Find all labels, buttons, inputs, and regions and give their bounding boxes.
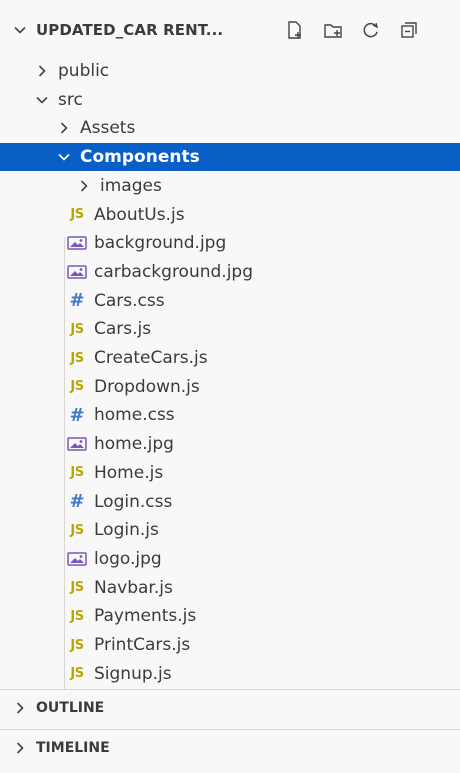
- chevron-right-icon[interactable]: [12, 700, 28, 716]
- tree-item-label: Cars.js: [94, 319, 152, 340]
- tree-item-label: carbackground.jpg: [94, 261, 254, 282]
- tree-item-label: Dropdown.js: [94, 376, 200, 397]
- tree-item-label: Signup.js: [94, 663, 172, 684]
- image-file-icon: [66, 435, 88, 453]
- collapse-all-icon[interactable]: [397, 18, 421, 42]
- tree-item-cars-js[interactable]: JS Cars.js: [0, 315, 460, 343]
- tree-item-logo-jpg[interactable]: logo.jpg: [0, 545, 460, 573]
- css-file-icon: #: [69, 404, 85, 426]
- js-file-icon: JS: [70, 666, 84, 682]
- tree-item-assets[interactable]: Assets: [0, 114, 460, 142]
- tree-item-home-js[interactable]: JS Home.js: [0, 459, 460, 487]
- js-file-icon: JS: [70, 207, 84, 222]
- tree-item-payments-js[interactable]: JS Payments.js: [0, 602, 460, 630]
- tree-item-background-jpg[interactable]: background.jpg: [0, 229, 460, 257]
- tree-item-label: src: [58, 89, 83, 110]
- refresh-icon[interactable]: [359, 18, 383, 42]
- tree-item-label: Payments.js: [94, 606, 197, 627]
- tree-item-label: public: [58, 61, 110, 81]
- tree-item-signup-js[interactable]: JS Signup.js: [0, 660, 460, 688]
- timeline-section[interactable]: TIMELINE: [0, 729, 460, 766]
- chevron-right-icon[interactable]: [56, 120, 72, 136]
- explorer-actions: [283, 18, 421, 42]
- chevron-right-icon[interactable]: [12, 740, 28, 756]
- tree-item-label: Navbar.js: [94, 577, 173, 598]
- js-file-icon: JS: [70, 522, 84, 538]
- tree-item-label: background.jpg: [94, 233, 227, 254]
- tree-item-label: CreateCars.js: [94, 348, 208, 368]
- image-file-icon: [66, 234, 88, 252]
- tree-item-label: home.jpg: [94, 434, 174, 455]
- tree-item-carbackground-jpg[interactable]: carbackground.jpg: [0, 258, 460, 286]
- tree-item-label: Components: [80, 147, 200, 168]
- tree-item-cars-css[interactable]: # Cars.css: [0, 287, 460, 315]
- js-file-icon: JS: [70, 608, 84, 624]
- file-tree: public src Assets Components images JS AboutUs…: [0, 57, 460, 690]
- tree-item-label: Assets: [80, 118, 136, 139]
- tree-item-dropdown-js[interactable]: JS Dropdown.js: [0, 373, 460, 401]
- chevron-down-icon[interactable]: [34, 92, 50, 108]
- js-file-icon: JS: [70, 465, 84, 481]
- js-file-icon: JS: [70, 637, 84, 653]
- timeline-title: TIMELINE: [36, 740, 110, 756]
- chevron-down-icon[interactable]: [12, 22, 28, 38]
- outline-section[interactable]: OUTLINE: [0, 689, 460, 726]
- tree-item-login-js[interactable]: JS Login.js: [0, 516, 460, 544]
- tree-item-home-jpg[interactable]: home.jpg: [0, 430, 460, 458]
- js-file-icon: JS: [70, 580, 84, 596]
- tree-item-label: PrintCars.js: [94, 635, 191, 655]
- tree-item-login-css[interactable]: # Login.css: [0, 488, 460, 516]
- chevron-right-icon[interactable]: [76, 178, 92, 194]
- tree-item-src[interactable]: src: [0, 86, 460, 114]
- image-file-icon: [66, 550, 88, 568]
- new-folder-icon[interactable]: [321, 18, 345, 42]
- outline-title: OUTLINE: [36, 700, 105, 716]
- new-file-icon[interactable]: [283, 18, 307, 42]
- explorer-header[interactable]: UPDATED_CAR RENT...: [0, 10, 460, 50]
- image-file-icon: [66, 263, 88, 281]
- tree-item-label: Cars.css: [94, 290, 165, 311]
- tree-item-label: logo.jpg: [94, 548, 162, 569]
- css-file-icon: #: [69, 290, 85, 312]
- tree-item-label: Home.js: [94, 462, 164, 483]
- tree-item-label: Login.js: [94, 520, 159, 541]
- explorer-panel: UPDATED_CAR RENT... public src Assets Compo…: [0, 0, 460, 773]
- tree-item-label: home.css: [94, 405, 175, 426]
- tree-item-components[interactable]: Components: [0, 143, 460, 172]
- tree-item-createcars-js[interactable]: JS CreateCars.js: [0, 344, 460, 372]
- chevron-right-icon[interactable]: [34, 63, 50, 79]
- tree-item-navbar-js[interactable]: JS Navbar.js: [0, 574, 460, 602]
- workspace-title: UPDATED_CAR RENT...: [36, 21, 224, 39]
- chevron-down-icon[interactable]: [56, 149, 72, 165]
- tree-item-label: AboutUs.js: [94, 204, 185, 225]
- js-file-icon: JS: [70, 379, 84, 395]
- css-file-icon: #: [69, 491, 85, 512]
- tree-item-public[interactable]: public: [0, 57, 460, 85]
- tree-item-images[interactable]: images: [0, 172, 460, 200]
- tree-item-label: images: [100, 175, 162, 196]
- tree-item-aboutus-js[interactable]: JS AboutUs.js: [0, 201, 460, 229]
- tree-item-label: Login.css: [94, 491, 173, 512]
- tree-item-home-css[interactable]: # home.css: [0, 401, 460, 429]
- js-file-icon: JS: [70, 350, 84, 366]
- js-file-icon: JS: [70, 321, 84, 337]
- tree-item-printcars-js[interactable]: JS PrintCars.js: [0, 631, 460, 659]
